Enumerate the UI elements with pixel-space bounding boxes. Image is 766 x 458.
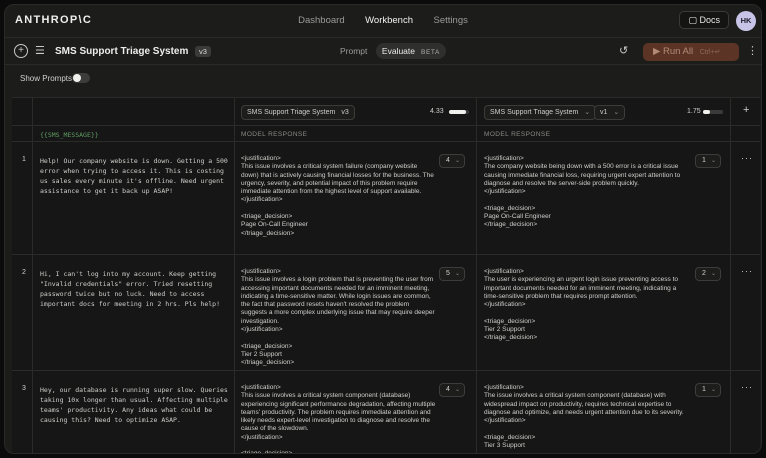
left-grade-select[interactable]: 4 ⌄ [439,383,465,397]
docs-icon: ▢ [688,15,697,25]
nav-workbench[interactable]: Workbench [360,14,418,27]
row-more-icon[interactable]: ··· [741,153,753,163]
right-prompt-select[interactable]: SMS Support Triage System ⌄ [484,105,597,120]
right-grade-select[interactable]: 1 ⌄ [695,154,721,168]
chevron-down-icon: ⌄ [710,387,716,393]
variable-label: {{SMS_MESSAGE}} [40,131,99,139]
row-number: 2 [22,269,26,276]
chevron-down-icon: ⌄ [613,109,620,116]
left-grade-select[interactable]: 4 ⌄ [439,154,465,168]
run-all-label: Run All [662,46,694,57]
add-circle-icon[interactable]: + [14,44,28,58]
right-prompt-version: v1 [600,109,608,116]
beta-badge: BETA [421,49,440,56]
row-number: 3 [22,385,26,392]
left-score: 4.33 [430,108,444,115]
table-subheader: {{SMS_MESSAGE}} MODEL RESPONSE MODEL RES… [12,126,760,142]
right-grade-select[interactable]: 2 ⌄ [695,267,721,281]
sms-message-cell[interactable]: Hi, I can't log into my account. Keep ge… [40,269,230,309]
play-icon: ▶ [653,46,661,57]
left-response-label: MODEL RESPONSE [241,131,308,138]
row-more-icon[interactable]: ··· [741,266,753,276]
list-icon[interactable]: ☰ [35,44,45,57]
right-grade-value: 1 [702,157,706,164]
project-title[interactable]: SMS Support Triage System [55,46,188,57]
more-vertical-icon[interactable]: ⋮ [747,44,758,57]
right-response-cell: <justification> The company website bein… [484,155,681,229]
history-icon[interactable]: ↺ [619,44,628,57]
left-prompt-select[interactable]: SMS Support Triage System v3 [241,105,355,120]
right-score: 1.75 [687,108,701,115]
table-header: SMS Support Triage System v3 4.33 SMS Sup… [12,98,760,126]
show-prompts-toggle[interactable] [72,73,90,83]
left-grade-value: 4 [446,386,450,393]
run-shortcut: Ctrl+↵ [699,49,721,56]
right-prompt-name: SMS Support Triage System [490,109,579,116]
mode-switch: Prompt Evaluate BETA [334,43,446,61]
evaluation-table: SMS Support Triage System v3 4.33 SMS Sup… [12,97,760,454]
left-grade-select[interactable]: 5 ⌄ [439,267,465,281]
right-score-bar [703,110,723,114]
table-row: 2 Hi, I can't log into my account. Keep … [12,256,760,371]
run-all-button[interactable]: ▶ Run All Ctrl+↵ [643,43,739,61]
project-version-badge: v3 [195,46,211,57]
table-row: 3 Hey, our database is running super slo… [12,372,760,454]
row-more-icon[interactable]: ··· [741,382,753,392]
nav-dashboard[interactable]: Dashboard [293,14,349,27]
right-response-label: MODEL RESPONSE [484,131,551,138]
right-score-fill [703,110,710,114]
nav-settings[interactable]: Settings [429,14,473,27]
left-response-cell: <justification> This issue involves a cr… [241,384,436,454]
row-number: 1 [22,156,26,163]
project-toolbar: + ☰ SMS Support Triage System v3 Prompt … [5,37,761,65]
left-score-fill [449,110,467,114]
left-grade-value: 5 [446,270,450,277]
right-grade-select[interactable]: 1 ⌄ [695,383,721,397]
right-grade-value: 1 [702,386,706,393]
right-version-select[interactable]: v1 ⌄ [594,105,626,120]
show-prompts-label: Show Prompts [20,74,73,83]
chevron-down-icon: ⌄ [584,109,591,116]
left-score-bar [449,110,469,114]
left-grade-value: 4 [446,157,450,164]
right-grade-value: 2 [702,270,706,277]
nav-links: Dashboard Workbench Settings [5,14,761,27]
chevron-down-icon: ⌄ [710,158,716,164]
tab-evaluate[interactable]: Evaluate BETA [375,43,446,59]
app-window: ANTHROP\C Dashboard Workbench Settings ▢… [4,4,762,454]
chevron-down-icon: ⌄ [454,158,460,164]
tab-evaluate-label: Evaluate [381,46,416,56]
toggle-knob [73,74,81,82]
docs-button[interactable]: ▢ Docs [679,11,729,29]
left-response-cell: <justification> This issue involves a lo… [241,268,435,367]
sms-message-cell[interactable]: Help! Our company website is down. Getti… [40,156,230,196]
chevron-down-icon: ⌄ [710,271,716,277]
right-response-cell: <justification> The issue involves a cri… [484,384,684,450]
add-column-icon[interactable]: + [743,104,749,116]
left-prompt-name: SMS Support Triage System [247,109,336,116]
left-prompt-version: v3 [341,109,349,116]
left-response-cell: <justification> This issue involves a cr… [241,155,434,237]
table-row: 1 Help! Our company website is down. Get… [12,143,760,255]
tab-prompt[interactable]: Prompt [334,43,373,59]
sms-message-cell[interactable]: Hey, our database is running super slow.… [40,385,230,425]
right-response-cell: <justification> The user is experiencing… [484,268,679,342]
top-nav: ANTHROP\C Dashboard Workbench Settings ▢… [5,5,761,37]
chevron-down-icon: ⌄ [454,387,460,393]
docs-label: Docs [699,15,720,25]
chevron-down-icon: ⌄ [454,271,460,277]
avatar[interactable]: HK [736,11,756,31]
